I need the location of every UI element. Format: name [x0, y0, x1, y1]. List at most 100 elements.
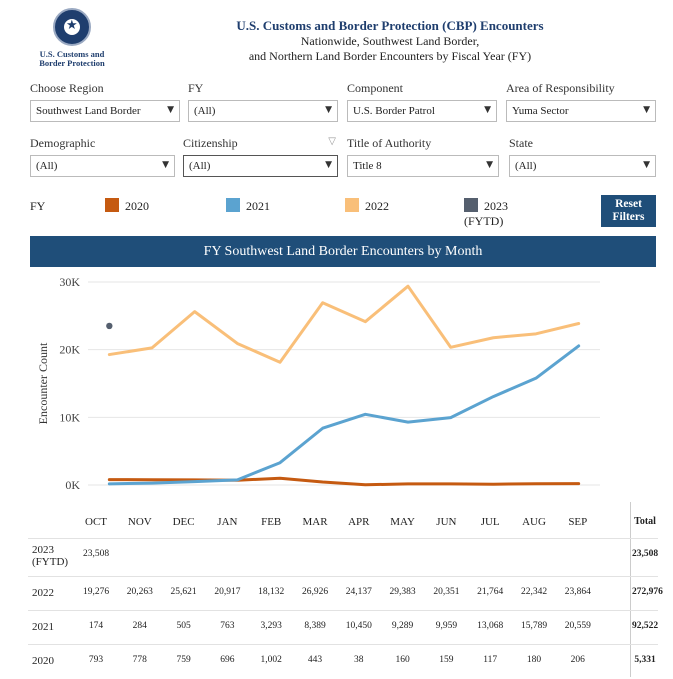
authority-select[interactable]: Title 8 ▼: [347, 155, 499, 177]
filter-fy-label: FY: [188, 81, 204, 95]
legend-swatch: [345, 198, 359, 212]
component-select[interactable]: U.S. Border Patrol ▼: [347, 100, 497, 122]
table-cell: 19,276: [82, 587, 110, 597]
table-month-header: MAY: [390, 516, 415, 528]
table-cell: 23,864: [564, 587, 591, 597]
page-subtitle-2: and Northern Land Border Encounters by F…: [248, 49, 532, 63]
total-separator: [630, 502, 631, 677]
table-month-header: APR: [348, 516, 370, 528]
state-select-value: (All): [515, 160, 537, 172]
table-cell: 793: [88, 655, 104, 665]
filter-citizenship: Citizenship ▽ (All) ▼: [183, 136, 338, 177]
legend-fy-label: FY: [30, 199, 46, 213]
filter-authority: Title of Authority Title 8 ▼: [347, 136, 499, 177]
table-cell: 10,450: [345, 621, 372, 631]
legend-swatch: [105, 198, 119, 212]
filter-authority-label: Title of Authority: [347, 136, 432, 150]
legend-swatch: [226, 198, 240, 212]
filter-region: Choose Region Southwest Land Border ▼: [30, 81, 180, 122]
table-cell: 15,789: [520, 621, 548, 631]
table-row-total: 92,522: [632, 621, 659, 631]
table-cell: 1,002: [260, 655, 282, 665]
table-row-label: 2021: [32, 621, 54, 633]
legend-item-2022[interactable]: 2022: [345, 198, 389, 214]
filter-aor: Area of Responsibility Yuma Sector ▼: [506, 81, 656, 122]
chevron-down-icon: ▼: [643, 160, 650, 170]
table-cell: 174: [88, 621, 104, 631]
table-row-rule: [28, 644, 658, 645]
y-tick-label: 30K: [59, 275, 80, 289]
aor-select[interactable]: Yuma Sector ▼: [506, 100, 656, 122]
table-month-header: FEB: [261, 516, 282, 528]
total-header: Total: [634, 516, 656, 527]
filter-funnel-icon[interactable]: ▽: [328, 136, 336, 147]
legend-item-label: 2021: [246, 199, 270, 213]
filter-component-label: Component: [347, 81, 403, 95]
chevron-down-icon: ▼: [325, 105, 332, 115]
reset-filters-button[interactable]: Reset Filters: [601, 195, 656, 227]
table-cell: 696: [220, 655, 235, 665]
table-month-header: AUG: [522, 516, 546, 528]
table-cell: 20,917: [214, 587, 241, 597]
table-cell: 9,959: [435, 621, 458, 631]
y-axis-label: Encounter Count: [36, 342, 50, 424]
filter-fy: FY (All) ▼: [188, 81, 338, 122]
page-header: U.S. Customs and Border Protection (CBP)…: [120, 18, 660, 64]
filter-demographic: Demographic (All) ▼: [30, 136, 175, 177]
table-cell: 160: [395, 655, 410, 665]
filter-demographic-label: Demographic: [30, 136, 96, 150]
table-row-rule: [28, 610, 658, 611]
chevron-down-icon: ▼: [162, 160, 169, 170]
table-cell: 778: [132, 655, 147, 665]
cbp-logo: ★ U.S. Customs and Border Protection: [30, 8, 114, 74]
table-month-header: JUN: [436, 516, 457, 528]
citizenship-select[interactable]: (All) ▼: [183, 155, 338, 177]
y-tick-label: 10K: [59, 410, 80, 424]
region-select[interactable]: Southwest Land Border ▼: [30, 100, 180, 122]
fy-select[interactable]: (All) ▼: [188, 100, 338, 122]
chevron-down-icon: ▼: [167, 105, 174, 115]
demographic-select-value: (All): [36, 160, 58, 172]
table-cell: 25,621: [170, 587, 197, 597]
fy-select-value: (All): [194, 105, 216, 117]
table-row-rule: [28, 576, 658, 577]
table-cell: 159: [439, 655, 454, 665]
chevron-down-icon: ▼: [325, 160, 332, 170]
table-cell: 206: [570, 655, 585, 665]
encounters-table: Total OCT NOV DEC JAN FEB MAR APR MAY JUN JUL AUG S…: [28, 502, 663, 677]
region-select-value: Southwest Land Border: [36, 105, 141, 117]
table-month-header: SEP: [568, 516, 588, 528]
table-cell: 18,132: [258, 587, 285, 597]
legend-item-2021[interactable]: 2021: [226, 198, 270, 214]
filter-citizenship-label: Citizenship: [183, 136, 238, 150]
encounters-line-chart: 30K 20K 10K 0K Encounter Count: [30, 270, 656, 502]
state-select[interactable]: (All) ▼: [509, 155, 656, 177]
citizenship-select-value: (All): [189, 160, 211, 172]
demographic-select[interactable]: (All) ▼: [30, 155, 175, 177]
chart-legend: FY 2020 2021 2022 2023 (FYTD): [30, 197, 550, 228]
series-line-2021: [107, 344, 581, 486]
chevron-down-icon: ▼: [643, 105, 650, 115]
table-cell: 20,559: [564, 621, 591, 631]
table-row-total: 272,976: [632, 587, 663, 597]
table-month-header: MAR: [302, 516, 328, 528]
filter-state: State (All) ▼: [509, 136, 656, 177]
chevron-down-icon: ▼: [486, 160, 493, 170]
table-month-header: JUL: [480, 516, 500, 528]
filter-region-label: Choose Region: [30, 81, 104, 95]
table-cell: 26,926: [301, 587, 329, 597]
table-month-header: OCT: [85, 516, 107, 528]
legend-item-2020[interactable]: 2020: [105, 198, 149, 214]
series-line-2022: [107, 284, 581, 364]
table-cell: 13,068: [477, 621, 504, 631]
table-month-header: DEC: [172, 516, 195, 528]
y-tick-label: 20K: [59, 343, 80, 357]
table-cell: 180: [526, 655, 542, 665]
table-cell: 505: [176, 621, 191, 631]
page-subtitle-1: Nationwide, Southwest Land Border,: [300, 34, 480, 48]
table-row-total: 23,508: [632, 549, 659, 559]
legend-item-2023[interactable]: 2023 (FYTD): [464, 198, 550, 229]
cbp-seal-icon: ★: [53, 8, 91, 46]
legend-item-label: 2020: [125, 199, 149, 213]
table-row-label-sub: (FYTD): [32, 556, 69, 568]
